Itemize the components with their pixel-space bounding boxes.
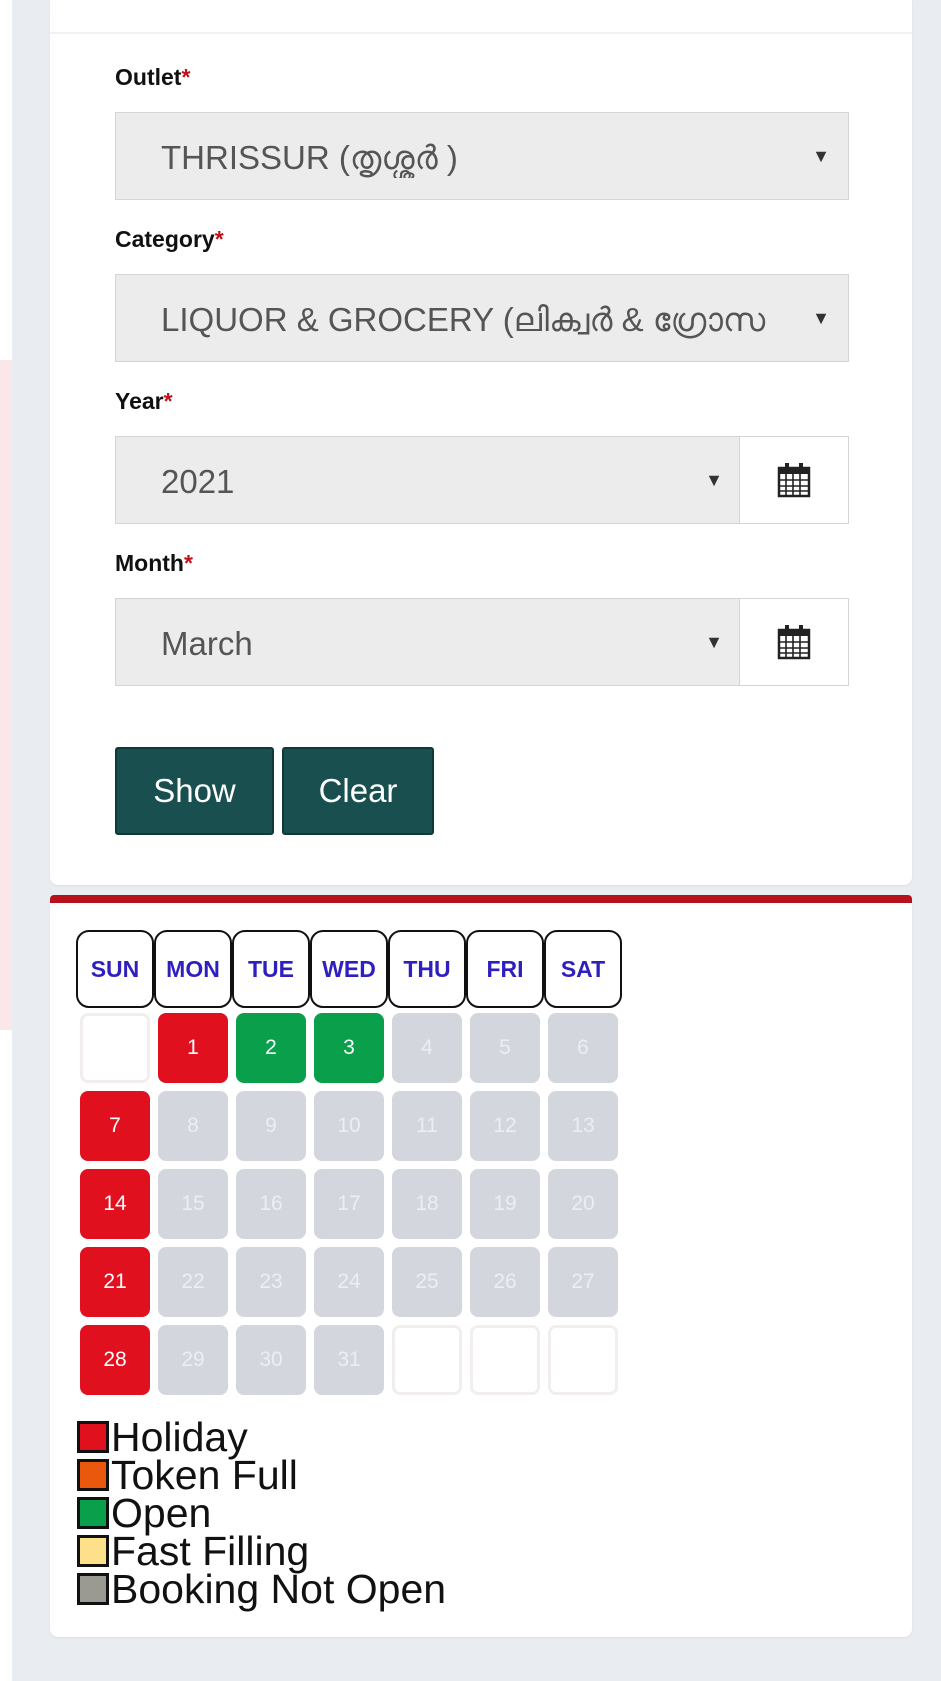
legend-item: Token Full (77, 1452, 298, 1498)
calendar-day-15: 15 (158, 1169, 228, 1239)
year-calendar-button[interactable] (740, 436, 849, 524)
clear-button[interactable]: Clear (282, 747, 434, 835)
calendar-day-10: 10 (314, 1091, 384, 1161)
left-edge-strip (0, 0, 12, 1681)
weekday-tue: TUE (232, 930, 310, 1008)
calendar-day-20: 20 (548, 1169, 618, 1239)
year-label: Year* (115, 388, 173, 414)
calendar-day-12: 12 (470, 1091, 540, 1161)
legend-item: Fast Filling (77, 1528, 310, 1574)
calendar-day-28: 28 (80, 1325, 150, 1395)
calendar-empty-cell (470, 1325, 540, 1395)
calendar-day-3[interactable]: 3 (314, 1013, 384, 1083)
calendar-day-9: 9 (236, 1091, 306, 1161)
outlet-select[interactable]: THRISSUR (തൃശ്ശൂർ ) ▼ (115, 112, 849, 200)
calendar-day-5: 5 (470, 1013, 540, 1083)
calendar-day-14: 14 (80, 1169, 150, 1239)
legend-item: Booking Not Open (77, 1566, 447, 1612)
calendar-divider (50, 895, 912, 903)
outlet-label: Outlet* (115, 64, 191, 90)
month-calendar-button[interactable] (740, 598, 849, 686)
calendar-day-29: 29 (158, 1325, 228, 1395)
month-select[interactable]: March ▼ (115, 598, 740, 686)
calendar-empty-cell (392, 1325, 462, 1395)
show-button[interactable]: Show (115, 747, 274, 835)
calendar-day-2[interactable]: 2 (236, 1013, 306, 1083)
legend-label: Token Full (111, 1452, 298, 1498)
calendar-day-19: 19 (470, 1169, 540, 1239)
calendar-day-25: 25 (392, 1247, 462, 1317)
legend-label: Booking Not Open (111, 1566, 447, 1612)
legend-swatch (77, 1459, 109, 1491)
calendar-day-8: 8 (158, 1091, 228, 1161)
chevron-down-icon: ▼ (812, 146, 830, 166)
calendar-icon (777, 463, 811, 498)
filter-form-card: Outlet* THRISSUR (തൃശ്ശൂർ ) ▼ Category* … (50, 0, 912, 885)
calendar-day-13: 13 (548, 1091, 618, 1161)
category-select[interactable]: LIQUOR & GROCERY (ലിക്വർ & ഗ്രോസ ▼ (115, 274, 849, 362)
legend-label: Open (111, 1490, 212, 1536)
calendar-icon (777, 625, 811, 660)
calendar-day-17: 17 (314, 1169, 384, 1239)
legend-swatch (77, 1535, 109, 1567)
legend-label: Holiday (111, 1414, 248, 1460)
calendar-day-23: 23 (236, 1247, 306, 1317)
calendar-day-4: 4 (392, 1013, 462, 1083)
weekday-wed: WED (310, 930, 388, 1008)
card-top-divider (50, 32, 912, 34)
legend-swatch (77, 1573, 109, 1605)
legend-item: Open (77, 1490, 212, 1536)
calendar-day-1: 1 (158, 1013, 228, 1083)
weekday-mon: MON (154, 930, 232, 1008)
calendar-empty-cell (548, 1325, 618, 1395)
category-select-value: LIQUOR & GROCERY (ലിക്വർ & ഗ്രോസ (161, 301, 766, 338)
calendar-day-11: 11 (392, 1091, 462, 1161)
chevron-down-icon: ▼ (705, 632, 723, 652)
weekday-sun: SUN (76, 930, 154, 1008)
month-label: Month* (115, 550, 193, 576)
left-edge-accent (0, 360, 12, 1030)
month-select-value: March (161, 625, 253, 662)
calendar-day-24: 24 (314, 1247, 384, 1317)
chevron-down-icon: ▼ (705, 470, 723, 490)
outlet-select-value: THRISSUR (തൃശ്ശൂർ ) (161, 139, 458, 176)
calendar-day-6: 6 (548, 1013, 618, 1083)
year-select-value: 2021 (161, 463, 235, 500)
weekday-sat: SAT (544, 930, 622, 1008)
calendar-day-7: 7 (80, 1091, 150, 1161)
calendar-day-18: 18 (392, 1169, 462, 1239)
legend-swatch (77, 1497, 109, 1529)
legend-label: Fast Filling (111, 1528, 310, 1574)
chevron-down-icon: ▼ (812, 308, 830, 328)
calendar-day-26: 26 (470, 1247, 540, 1317)
calendar-day-27: 27 (548, 1247, 618, 1317)
weekday-fri: FRI (466, 930, 544, 1008)
weekday-thu: THU (388, 930, 466, 1008)
calendar-empty-cell (80, 1013, 150, 1083)
calendar-day-30: 30 (236, 1325, 306, 1395)
legend-swatch (77, 1421, 109, 1453)
year-select[interactable]: 2021 ▼ (115, 436, 740, 524)
legend-item: Holiday (77, 1414, 248, 1460)
calendar-day-22: 22 (158, 1247, 228, 1317)
calendar-day-31: 31 (314, 1325, 384, 1395)
category-label: Category* (115, 226, 224, 252)
calendar-day-21: 21 (80, 1247, 150, 1317)
calendar-day-16: 16 (236, 1169, 306, 1239)
